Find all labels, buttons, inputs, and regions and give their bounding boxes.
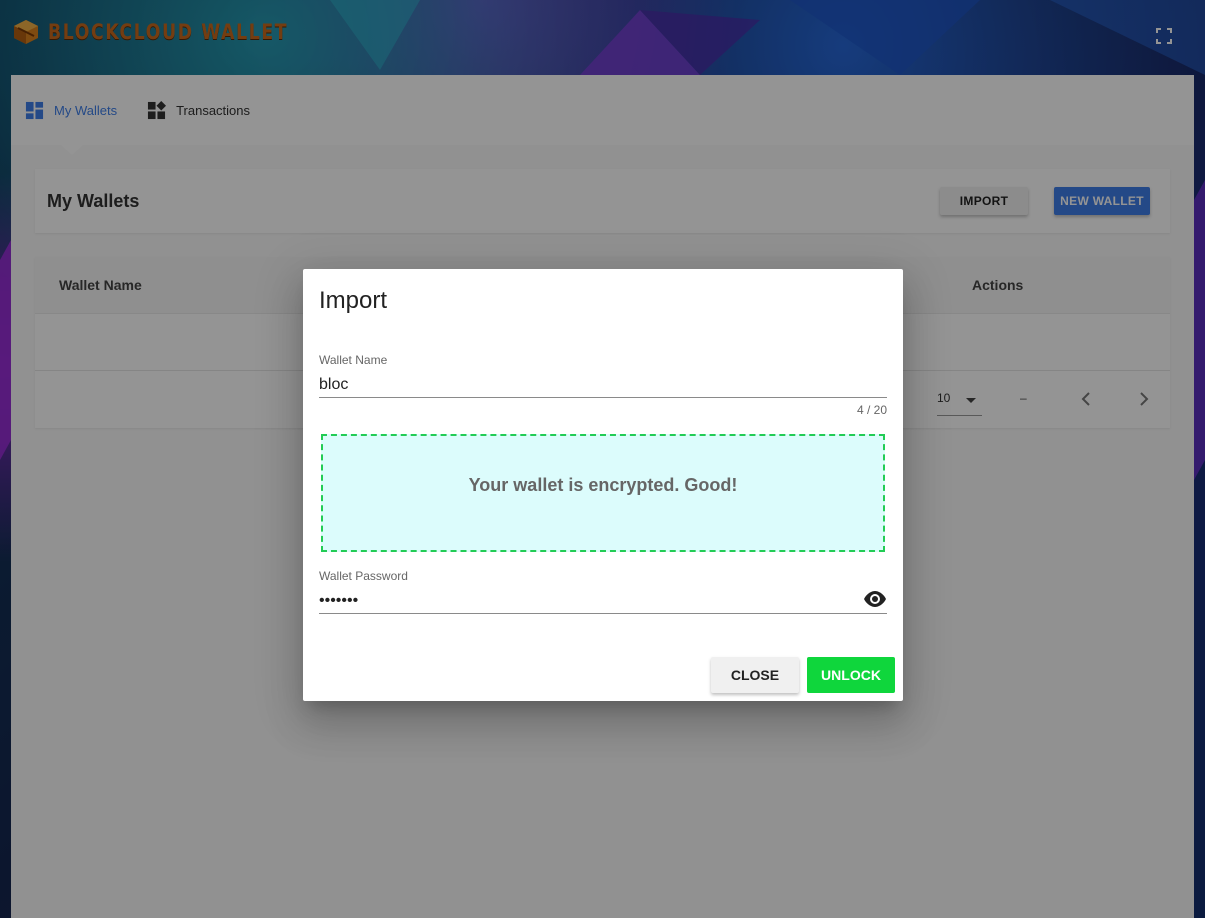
- char-counter: 4 / 20: [856, 403, 887, 417]
- drop-zone-message: Your wallet is encrypted. Good!: [468, 474, 738, 495]
- unlock-button[interactable]: UNLOCK: [807, 657, 895, 693]
- wallet-file-drop-zone[interactable]: Your wallet is encrypted. Good!: [321, 434, 885, 552]
- wallet-password-label: Wallet Password: [319, 569, 408, 583]
- visibility-icon[interactable]: [863, 587, 887, 611]
- import-dialog: Import Wallet Name 4 / 20 Your wallet is…: [303, 269, 903, 701]
- wallet-password-input[interactable]: [319, 589, 859, 613]
- close-button[interactable]: CLOSE: [711, 657, 799, 693]
- wallet-name-label: Wallet Name: [319, 353, 388, 367]
- password-underline: [319, 613, 887, 614]
- wallet-name-input[interactable]: [319, 373, 887, 398]
- dialog-title: Import: [319, 287, 388, 314]
